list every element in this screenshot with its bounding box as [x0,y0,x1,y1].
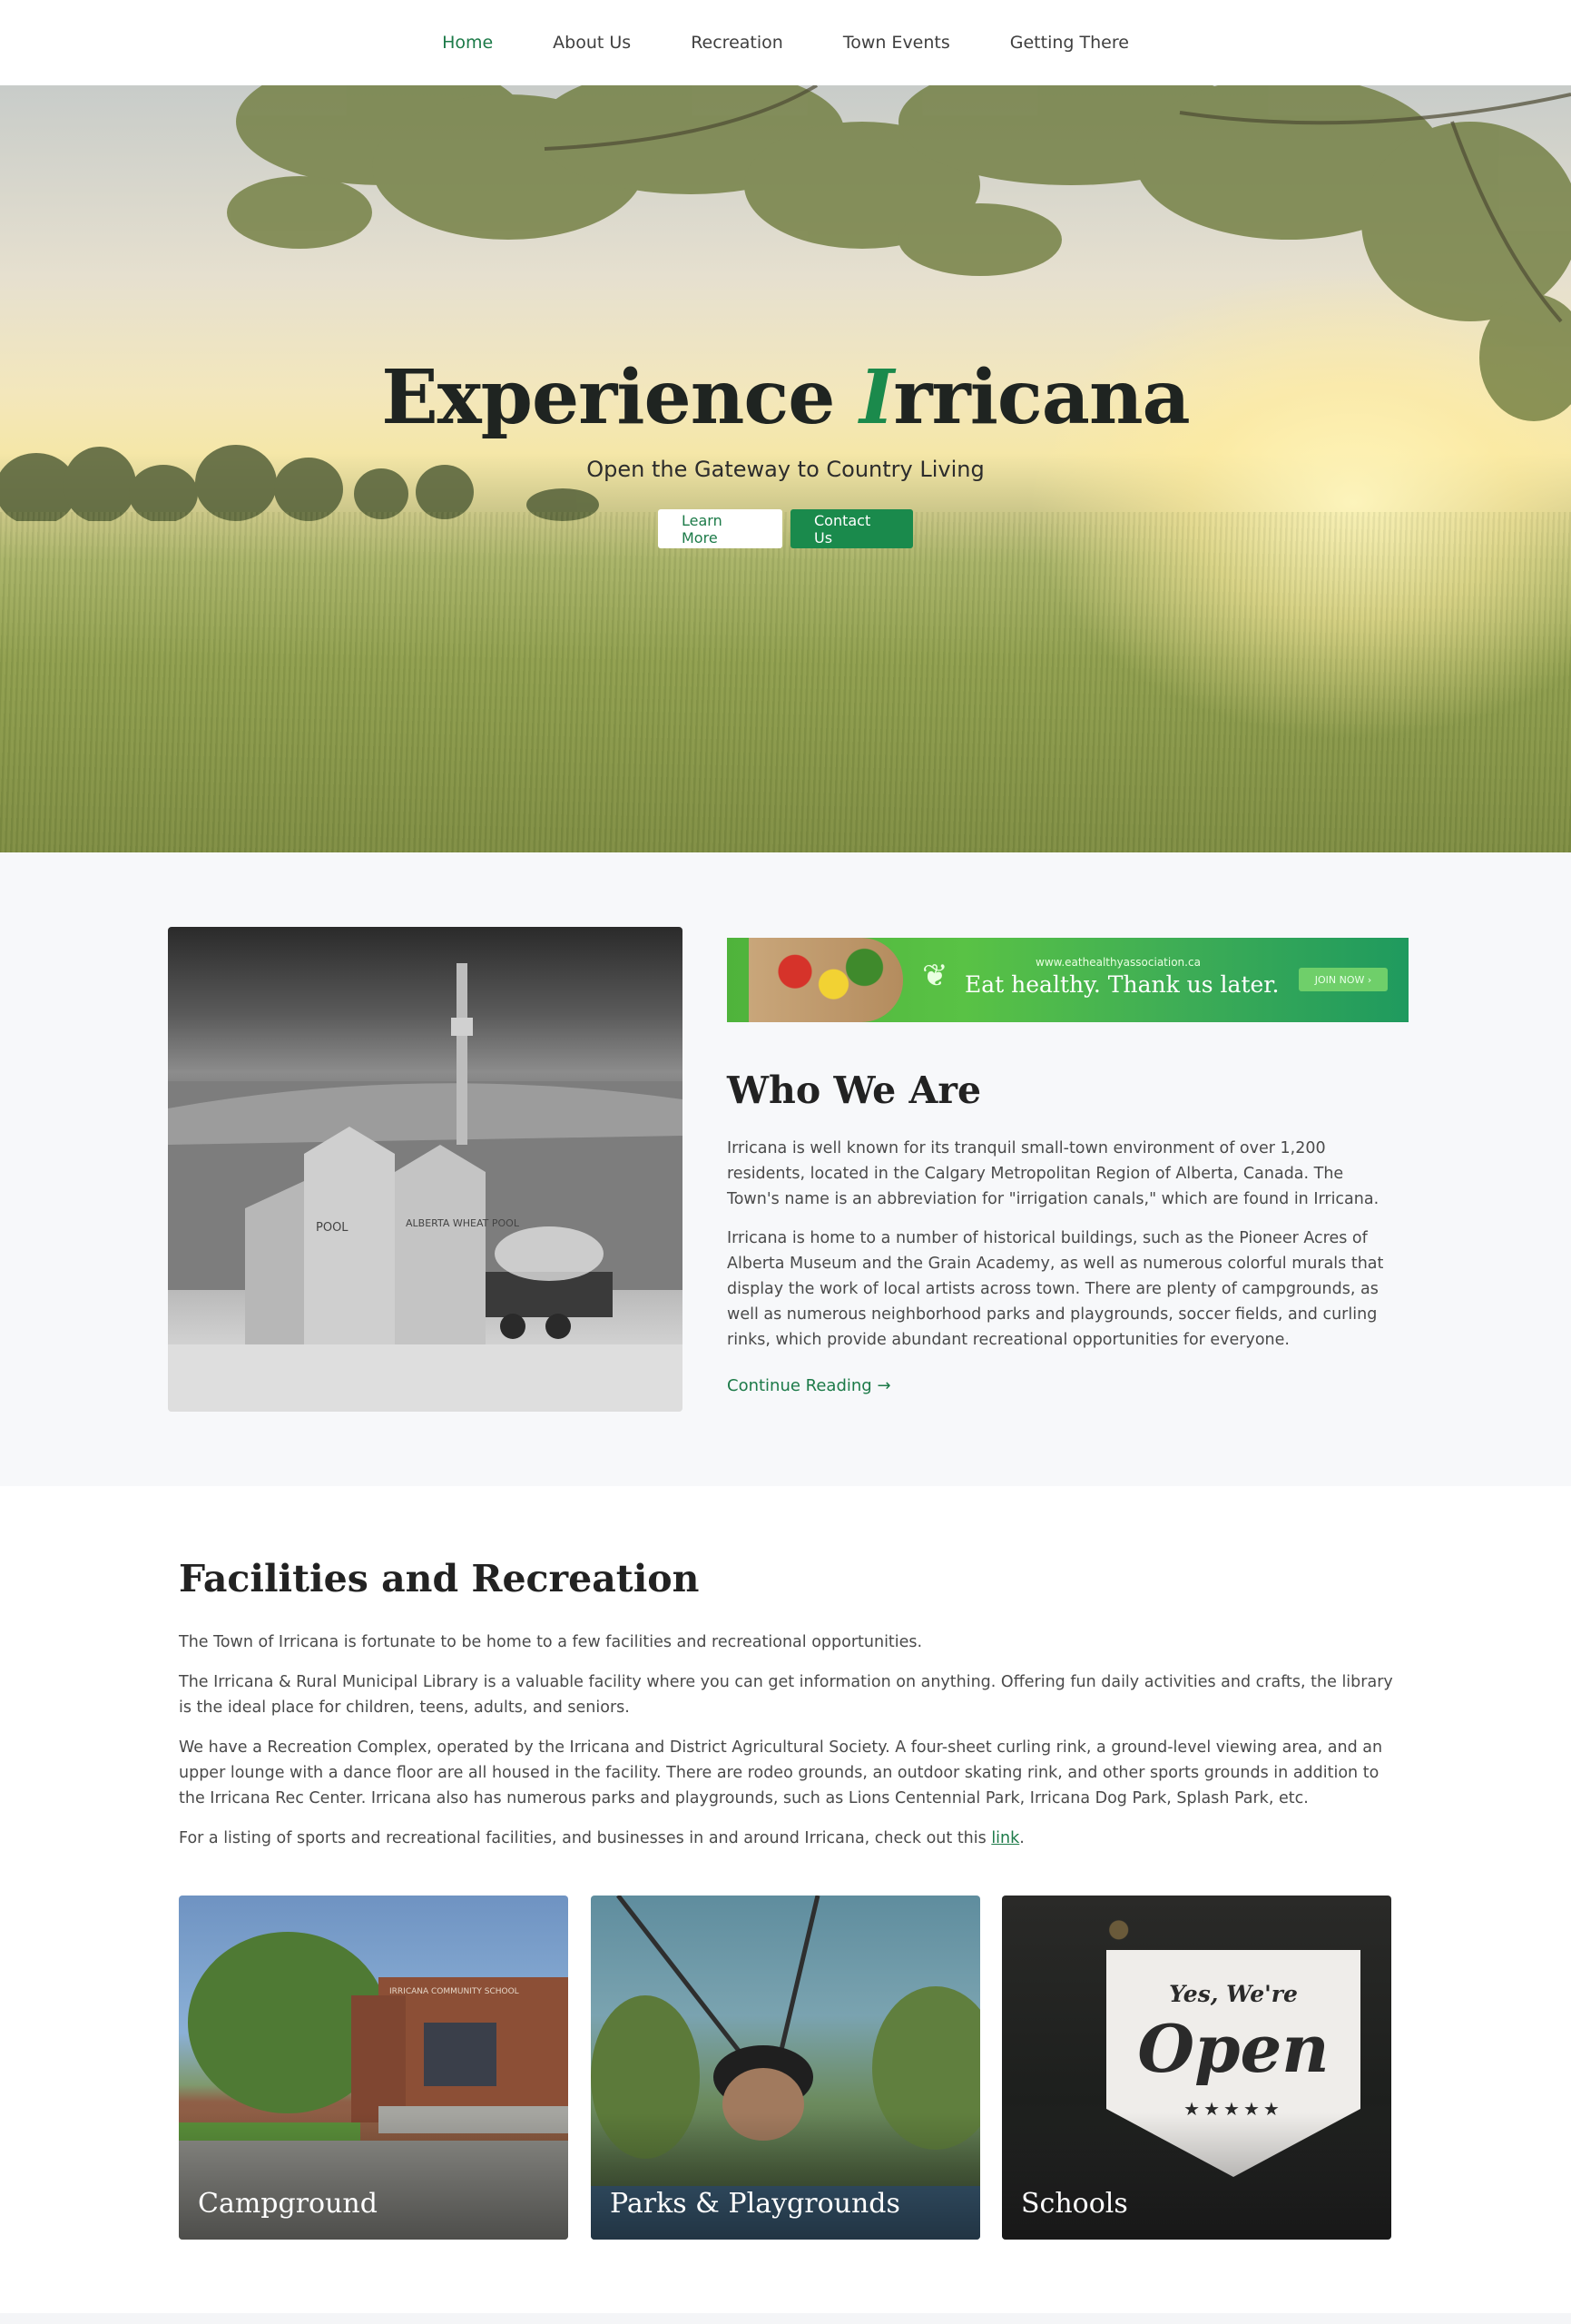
card-caption: Parks & Playgrounds [610,2188,900,2220]
card-shade [1002,2112,1391,2240]
contact-us-button[interactable]: Contact Us [790,509,913,548]
learn-more-button[interactable]: Learn More [658,509,782,548]
parks-playgrounds-card[interactable]: Parks & Playgrounds [591,1896,980,2240]
facilities-paragraph-2: The Irricana & Rural Municipal Library i… [179,1673,1393,1717]
hero-title: Experience Irricana [381,354,1190,441]
card-caption: Campground [198,2188,378,2220]
nav-about-us[interactable]: About Us [553,33,631,53]
nav-recreation[interactable]: Recreation [691,33,783,53]
vegetables-image [749,938,903,1022]
continue-reading-link[interactable]: Continue Reading → [727,1376,891,1395]
grain-elevator-mural-image: POOL ALBERTA WHEAT POOL [168,927,682,1412]
hero-subtitle: Open the Gateway to Country Living [586,457,985,482]
school-sign-text: IRRICANA COMMUNITY SCHOOL [389,1987,519,1996]
nav-getting-there[interactable]: Getting There [1010,33,1129,53]
campground-card[interactable]: IRRICANA COMMUNITY SCHOOL Campground [179,1896,568,2240]
mural-pool-text: POOL [316,1221,349,1235]
card-shade [179,2112,568,2240]
mural-drawing: POOL ALBERTA WHEAT POOL [168,963,682,1412]
banner-url: www.eathealthyassociation.ca [1036,956,1201,969]
facilities-paragraph-3: We have a Recreation Complex, operated b… [179,1738,1383,1807]
top-navigation: Home About Us Recreation Town Events Get… [0,0,1571,85]
card-caption: Schools [1021,2188,1128,2220]
sign-yes-text: Yes, We're [1169,1981,1298,2007]
eat-healthy-ad-banner[interactable]: ❦ www.eathealthyassociation.ca Eat healt… [727,938,1409,1022]
facilities-paragraph-1: The Town of Irricana is fortunate to be … [179,1633,923,1651]
footer-strip [0,2313,1571,2324]
banner-tagline: Eat healthy. Thank us later. [965,971,1280,998]
join-now-button[interactable]: JOIN NOW › [1299,968,1388,991]
schools-card[interactable]: Yes, We're Open ★★★★★ Schools [1002,1896,1391,2240]
facilities-listing-link[interactable]: link [991,1829,1019,1847]
hero-section: Experience Irricana Open the Gateway to … [0,85,1571,852]
who-we-are-section: POOL ALBERTA WHEAT POOL ❦ www.eathealthy… [0,852,1571,1486]
nav-home[interactable]: Home [442,33,493,53]
who-paragraph-2: Irricana is home to a number of historic… [727,1229,1384,1349]
sign-open-text: Open [1137,2010,1330,2087]
who-paragraph-1: Irricana is well known for its tranquil … [727,1139,1380,1208]
leaf-icon: ❦ [922,958,948,994]
hero-buttons: Learn More Contact Us [0,509,1571,548]
grass-field [0,512,1571,852]
card-shade [591,2112,980,2240]
facilities-paragraph-4: For a listing of sports and recreational… [179,1829,1025,1847]
who-we-are-title: Who We Are [727,1068,982,1112]
mural-wheat-pool-text: ALBERTA WHEAT POOL [406,1217,520,1229]
facilities-title: Facilities and Recreation [179,1557,700,1600]
nav-town-events[interactable]: Town Events [843,33,950,53]
hero-title-initial: I [859,354,894,441]
